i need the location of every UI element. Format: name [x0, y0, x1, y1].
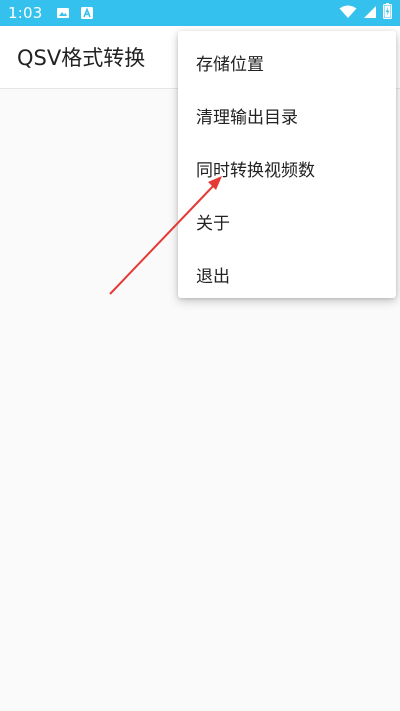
overflow-menu: 存储位置 清理输出目录 同时转换视频数 关于 退出: [178, 31, 396, 298]
menu-item-label: 清理输出目录: [196, 108, 298, 128]
screen: 1:03 QSV格式转换 存储位置 清理输出目录 同时转换视频数 关于 退出: [0, 0, 400, 711]
menu-item-concurrent-conversions[interactable]: 同时转换视频数: [178, 142, 396, 195]
app-title: QSV格式转换: [17, 46, 146, 70]
status-icons-right: [339, 3, 392, 23]
menu-item-exit[interactable]: 退出: [178, 248, 396, 301]
menu-item-label: 退出: [196, 267, 230, 287]
text-a-icon: [80, 6, 94, 20]
menu-item-clear-output-dir[interactable]: 清理输出目录: [178, 89, 396, 142]
status-time: 1:03: [8, 4, 43, 22]
menu-item-label: 同时转换视频数: [196, 161, 315, 181]
menu-item-storage-location[interactable]: 存储位置: [178, 36, 396, 89]
battery-icon: [383, 3, 392, 23]
status-bar: 1:03: [0, 0, 400, 26]
image-icon: [56, 6, 70, 20]
menu-item-about[interactable]: 关于: [178, 195, 396, 248]
menu-item-label: 存储位置: [196, 55, 264, 75]
menu-item-label: 关于: [196, 214, 230, 234]
wifi-icon: [339, 4, 357, 23]
signal-icon: [363, 4, 377, 23]
